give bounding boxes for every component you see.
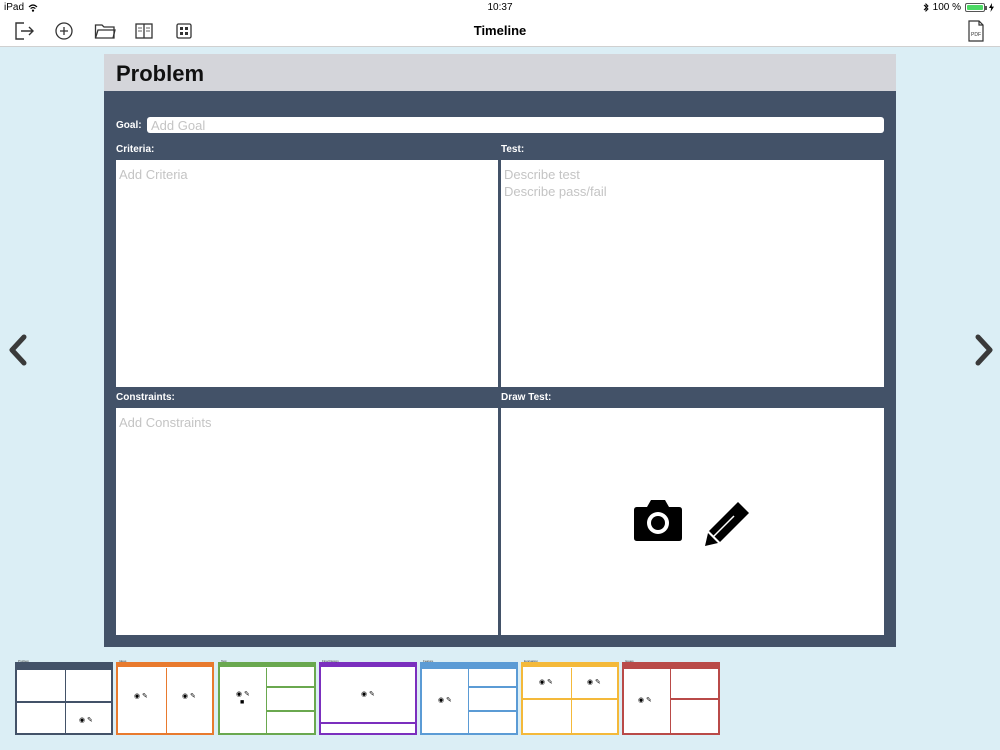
- folder-icon[interactable]: [93, 20, 117, 42]
- thumbnail-issues[interactable]: Issues ◉ ✎: [622, 659, 720, 735]
- thumbnail-test[interactable]: Test ◉ ✎ ■: [218, 659, 316, 735]
- thumbnail-feature[interactable]: Feature ◉ ✎: [420, 659, 518, 735]
- thumbnail-evaluation[interactable]: Evaluation ◉ ✎ ◉ ✎: [521, 659, 619, 735]
- camera-icon[interactable]: [633, 497, 683, 548]
- constraints-input[interactable]: [116, 408, 498, 635]
- draw-test-label: Draw Test:: [501, 392, 552, 403]
- thumbnail-label: Test: [221, 659, 227, 663]
- book-icon[interactable]: [133, 20, 155, 42]
- thumbnail-final-design[interactable]: Final Design ◉ ✎: [319, 659, 417, 735]
- thumbnail-label: Ideas: [119, 659, 127, 663]
- chevron-left-icon: [9, 334, 27, 366]
- thumbnail-label: Problem: [18, 659, 30, 663]
- exit-icon[interactable]: [13, 20, 35, 42]
- pdf-label: PDF: [971, 32, 981, 38]
- thumbnail-label: Issues: [625, 659, 634, 663]
- bluetooth-icon: [923, 3, 929, 12]
- goal-input[interactable]: [147, 117, 884, 133]
- thumbnail-problem[interactable]: Problem ◉ ✎: [15, 659, 113, 735]
- card-header: Problem: [104, 54, 896, 91]
- thumbnail-label: Evaluation: [524, 659, 539, 663]
- status-right: 100 %: [923, 2, 994, 13]
- pencil-icon[interactable]: [704, 499, 752, 552]
- pdf-icon[interactable]: PDF: [965, 20, 987, 42]
- criteria-input[interactable]: [116, 160, 498, 387]
- test-label: Test:: [501, 144, 525, 155]
- charging-icon: [989, 3, 994, 12]
- status-bar: iPad 10:37 100 %: [0, 0, 1000, 14]
- battery-percent: 100 %: [932, 2, 961, 13]
- grid-icon[interactable]: [173, 20, 195, 42]
- chevron-right-icon: [975, 334, 993, 366]
- thumbnail-label: Feature: [423, 659, 434, 663]
- goal-label: Goal:: [116, 120, 142, 131]
- add-icon[interactable]: [53, 20, 75, 42]
- draw-test-panel: [501, 408, 884, 635]
- status-time: 10:37: [487, 2, 513, 13]
- problem-card: Problem Goal: Criteria: Test: Constraint…: [104, 54, 896, 647]
- thumbnail-ideas[interactable]: Ideas ◉ ✎ ◉ ✎: [116, 659, 214, 735]
- battery-icon: [965, 3, 987, 12]
- constraints-label: Constraints:: [116, 392, 175, 403]
- thumbnail-label: Final Design: [322, 659, 339, 663]
- criteria-label: Criteria:: [116, 144, 155, 155]
- next-page-button[interactable]: [970, 333, 996, 367]
- card-title: Problem: [116, 61, 205, 86]
- test-input[interactable]: [501, 160, 884, 387]
- navbar: Timeline PDF: [0, 14, 1000, 47]
- previous-page-button[interactable]: [6, 333, 32, 367]
